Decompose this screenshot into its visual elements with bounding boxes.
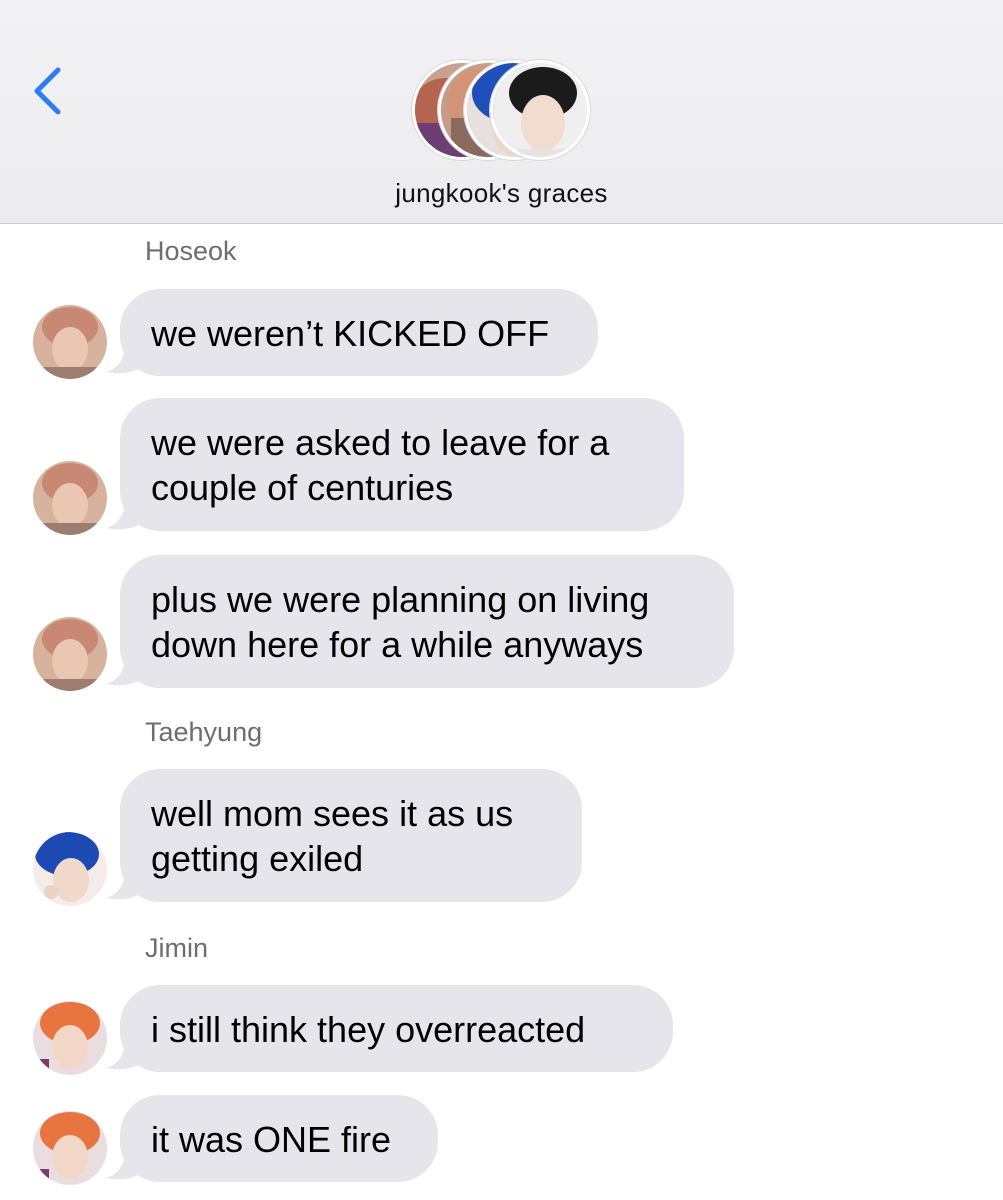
chevron-left-icon [34, 67, 61, 115]
message-bubble[interactable]: plus we were planning on living down her… [120, 555, 734, 688]
conversation-header: jungkook's graces [0, 0, 1003, 224]
message-bubble[interactable]: we weren’t KICKED OFF [120, 289, 598, 376]
message-bubble[interactable]: we were asked to leave for a couple of c… [120, 398, 684, 531]
message-bubble[interactable]: it was ONE fire [120, 1095, 438, 1182]
avatar[interactable] [33, 1001, 107, 1075]
group-avatar-4 [490, 60, 590, 160]
sender-name: Hoseok [145, 236, 237, 266]
avatar[interactable] [33, 1111, 107, 1185]
avatar[interactable] [33, 617, 107, 691]
back-button[interactable] [28, 62, 78, 122]
group-avatar-stack[interactable] [412, 60, 592, 162]
sender-name: Taehyung [145, 717, 263, 747]
avatar[interactable] [33, 832, 107, 906]
group-name[interactable]: jungkook's graces [0, 178, 1003, 209]
avatar[interactable] [33, 461, 107, 535]
sender-name: Jimin [145, 933, 209, 963]
message-bubble[interactable]: i still think they overreacted [120, 985, 673, 1072]
message-bubble[interactable]: well mom sees it as us getting exiled [120, 769, 582, 902]
avatar[interactable] [33, 305, 107, 379]
